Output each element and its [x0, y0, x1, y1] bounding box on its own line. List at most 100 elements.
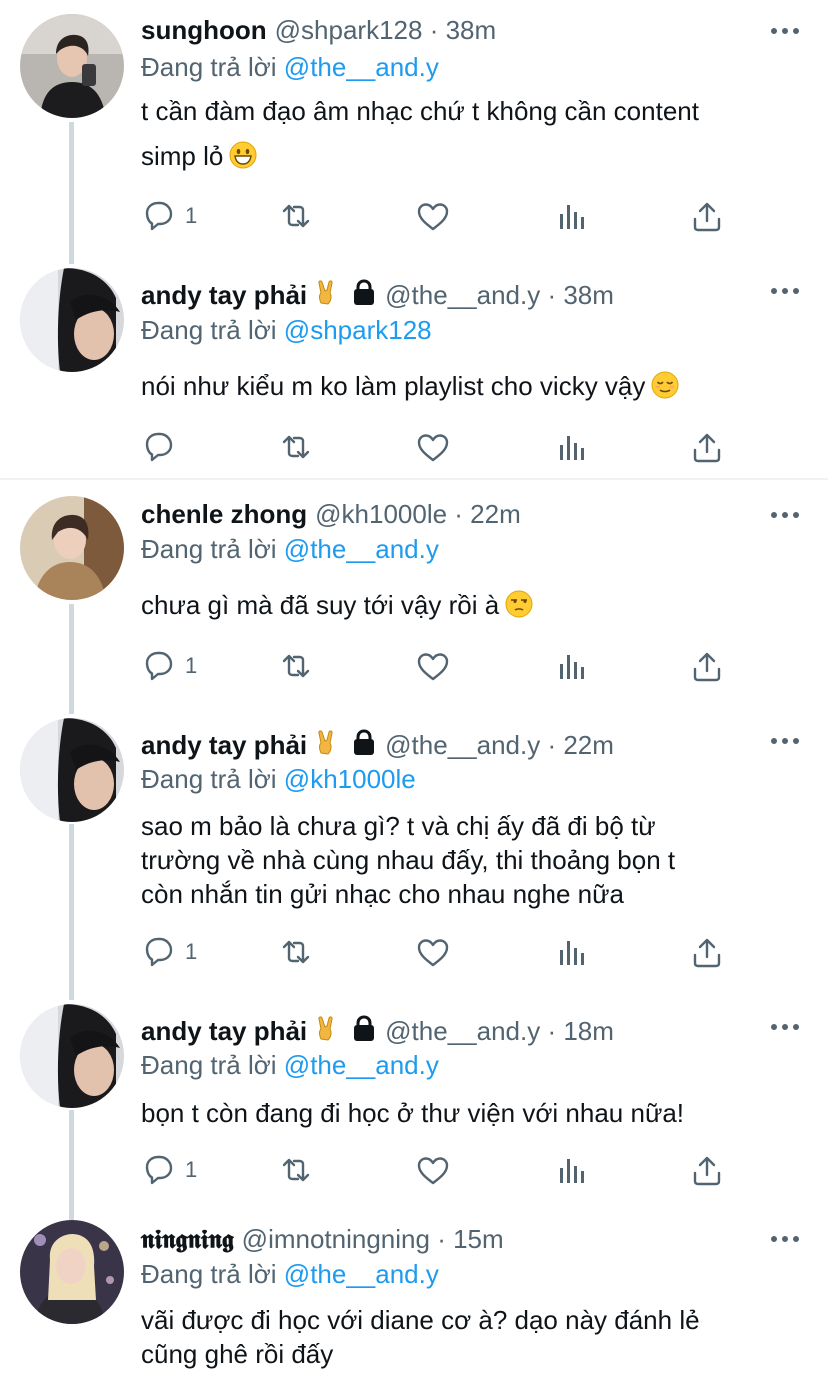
replying-to: Đang trả lời @the__and.y: [141, 1048, 439, 1082]
mention-link[interactable]: @kh1000le: [284, 764, 416, 794]
like-button[interactable]: [415, 1153, 451, 1187]
reply-button[interactable]: 1: [141, 1153, 197, 1187]
like-icon: [417, 653, 449, 681]
replying-prefix: Đang trả lời: [141, 1259, 277, 1289]
timestamp[interactable]: · 18m: [547, 1016, 613, 1046]
tweet[interactable]: andy tay phải @the__and.y · 18m Đang trả …: [0, 1002, 828, 1216]
sign-of-horns-emoji-icon: [318, 730, 333, 755]
timestamp[interactable]: · 38m: [547, 280, 613, 310]
user-name[interactable]: andy tay phải: [141, 730, 307, 760]
like-button[interactable]: [415, 935, 451, 969]
replying-to: Đang trả lời @the__and.y: [141, 50, 439, 84]
timestamp[interactable]: · 38m: [430, 15, 496, 45]
user-name[interactable]: 𝖓𝖎𝖓𝖌𝖓𝖎𝖓𝖌: [141, 1224, 234, 1254]
reply-icon: [145, 937, 173, 967]
avatar[interactable]: [20, 496, 124, 600]
tweet-text-line: cũng ghê rồi đấy: [141, 1339, 334, 1369]
share-button[interactable]: [689, 430, 725, 464]
tweet[interactable]: chenle zhong @kh1000le · 22m Đang trả lời…: [0, 482, 828, 712]
reply-button[interactable]: 1: [141, 935, 197, 969]
user-handle[interactable]: @the__and.y: [385, 730, 540, 760]
user-handle[interactable]: @the__and.y: [385, 1016, 540, 1046]
reply-icon: [145, 432, 173, 462]
mention-link[interactable]: @the__and.y: [284, 1050, 439, 1080]
reply-button[interactable]: [141, 430, 177, 464]
mention-link[interactable]: @the__and.y: [284, 1259, 439, 1289]
like-icon: [417, 1157, 449, 1185]
like-icon: [417, 434, 449, 462]
like-button[interactable]: [415, 649, 451, 683]
tweet-actions: 1: [141, 1153, 741, 1187]
more-icon[interactable]: [770, 1022, 800, 1032]
retweet-button[interactable]: [277, 649, 315, 683]
retweet-button[interactable]: [277, 935, 315, 969]
share-button[interactable]: [689, 199, 725, 233]
avatar[interactable]: [20, 1220, 124, 1324]
user-handle[interactable]: @the__and.y: [385, 280, 540, 310]
share-button[interactable]: [689, 1153, 725, 1187]
replying-to: Đang trả lời @shpark128: [141, 313, 432, 347]
unamused-face-emoji-icon: [505, 590, 533, 618]
mention-link[interactable]: @the__and.y: [284, 534, 439, 564]
tweet[interactable]: andy tay phải @the__and.y · 22m Đang trả …: [0, 712, 828, 1002]
user-handle[interactable]: @imnotningning: [242, 1224, 430, 1254]
retweet-button[interactable]: [277, 199, 315, 233]
retweet-icon: [282, 435, 310, 459]
reply-button[interactable]: 1: [141, 199, 197, 233]
retweet-button[interactable]: [277, 430, 315, 464]
avatar[interactable]: [20, 268, 124, 372]
avatar[interactable]: [20, 718, 124, 822]
reply-button[interactable]: 1: [141, 649, 197, 683]
reply-count: 1: [185, 203, 198, 228]
like-button[interactable]: [415, 199, 451, 233]
tweet-text-line: vãi được đi học với diane cơ à? dạo này …: [141, 1305, 700, 1335]
mention-link[interactable]: @the__and.y: [284, 52, 439, 82]
analytics-button[interactable]: [552, 199, 588, 233]
analytics-icon: [560, 655, 584, 679]
avatar[interactable]: [20, 1004, 124, 1108]
replying-to: Đang trả lời @kh1000le: [141, 762, 416, 796]
user-name[interactable]: andy tay phải: [141, 1016, 307, 1046]
analytics-icon: [560, 205, 584, 229]
replying-to: Đang trả lời @the__and.y: [141, 532, 439, 566]
tweet[interactable]: 𝖓𝖎𝖓𝖌𝖓𝖎𝖓𝖌 @imnotningning · 15m Đang trả lờ…: [0, 1216, 828, 1382]
retweet-button[interactable]: [277, 1153, 315, 1187]
replying-to: Đang trả lời @the__and.y: [141, 1257, 439, 1291]
grinning-face-emoji-icon: [229, 141, 258, 169]
analytics-button[interactable]: [552, 430, 588, 464]
tweet-text-line: simp lỏ: [141, 141, 224, 171]
user-name[interactable]: andy tay phải: [141, 280, 307, 310]
timestamp[interactable]: · 15m: [437, 1224, 503, 1254]
share-icon: [693, 652, 721, 682]
tweet-text: t cần đàm đạo âm nhạc chứ t không cần co…: [141, 94, 788, 173]
like-button[interactable]: [415, 430, 451, 464]
lock-icon: [352, 1015, 376, 1043]
analytics-button[interactable]: [552, 1153, 588, 1187]
replying-prefix: Đang trả lời: [141, 52, 277, 82]
more-icon[interactable]: [770, 1234, 800, 1244]
analytics-icon: [560, 436, 584, 460]
user-name[interactable]: chenle zhong: [141, 499, 307, 529]
tweet[interactable]: andy tay phải @the__and.y · 38m Đang trả …: [0, 268, 828, 478]
tweet-text-line: nói như kiểu m ko làm playlist cho vicky…: [141, 371, 646, 401]
more-icon[interactable]: [770, 26, 800, 36]
retweet-icon: [282, 940, 310, 964]
tweet[interactable]: sunghoon @shpark128 · 38m Đang trả lời @t…: [0, 0, 828, 268]
timestamp[interactable]: · 22m: [547, 730, 613, 760]
share-button[interactable]: [689, 935, 725, 969]
timestamp[interactable]: · 22m: [454, 499, 520, 529]
tweet-actions: [141, 430, 741, 464]
more-icon[interactable]: [770, 736, 800, 746]
user-handle[interactable]: @shpark128: [275, 15, 423, 45]
more-icon[interactable]: [770, 510, 800, 520]
avatar[interactable]: [20, 14, 124, 118]
user-name[interactable]: sunghoon: [141, 15, 267, 45]
analytics-button[interactable]: [552, 649, 588, 683]
analytics-button[interactable]: [552, 935, 588, 969]
tweet-text: sao m bảo là chưa gì? t và chị ấy đã đi …: [141, 809, 788, 911]
share-button[interactable]: [689, 649, 725, 683]
more-icon[interactable]: [770, 286, 800, 296]
mention-link[interactable]: @shpark128: [284, 315, 432, 345]
sign-of-horns-emoji-icon: [318, 280, 333, 305]
user-handle[interactable]: @kh1000le: [315, 499, 447, 529]
